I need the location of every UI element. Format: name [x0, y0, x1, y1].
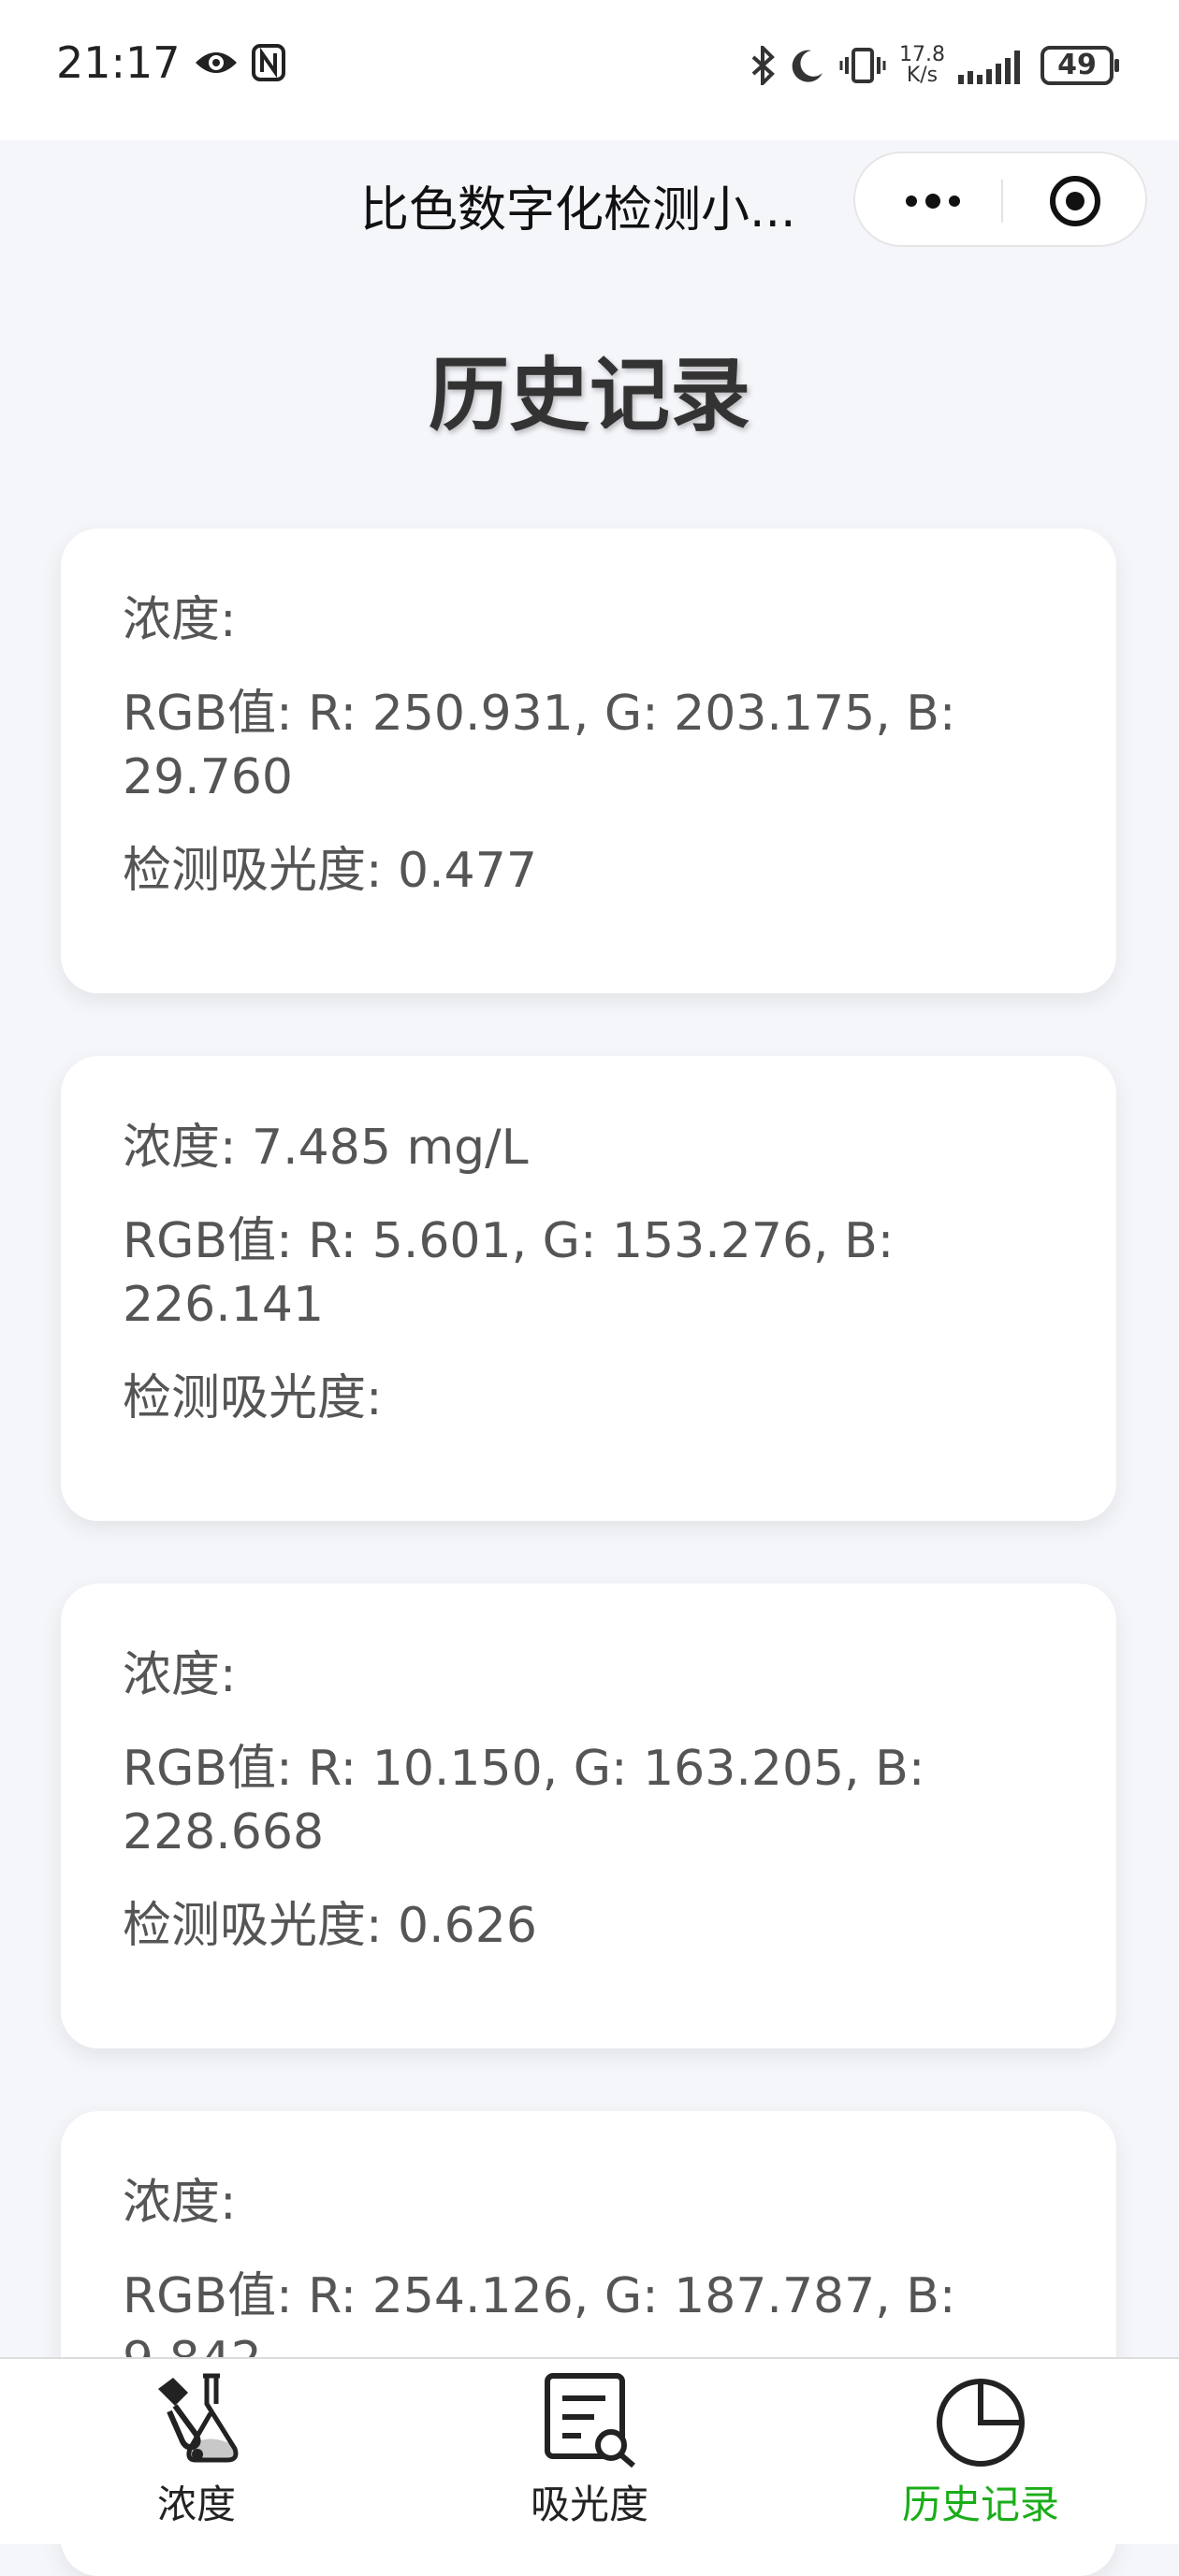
battery-indicator: 49: [1041, 46, 1119, 85]
concentration-text: 浓度:: [123, 1647, 237, 1703]
absorbance-text: 检测吸光度: 0.477: [123, 843, 537, 899]
flask-dropper-icon: [158, 2373, 239, 2463]
history-record-card[interactable]: 浓度: 7.485 mg/L RGB值: R: 5.601, G: 153.27…: [61, 1056, 1116, 1521]
rgb-text: RGB值: R: 5.601, G: 153.276, B: 226.141: [123, 1213, 895, 1333]
history-record-card[interactable]: 浓度: RGB值: R: 250.931, G: 203.175, B: 29.…: [61, 528, 1116, 993]
tab-absorbance-label: 吸光度: [530, 2482, 648, 2527]
status-time: 21:17: [56, 37, 181, 88]
tab-bar: 浓度 吸光度 历史记录: [0, 2357, 1179, 2544]
rgb-text: RGB值: R: 250.931, G: 203.175, B: 29.760: [123, 686, 956, 805]
status-bar: 21:17 17.8 K/s 49: [0, 0, 1179, 140]
tab-history-label: 历史记录: [901, 2482, 1059, 2527]
vibrate-icon: [839, 48, 886, 83]
history-record-card[interactable]: 浓度: RGB值: R: 10.150, G: 163.205, B: 228.…: [61, 1584, 1116, 2048]
status-icons: 17.8 K/s 49: [750, 41, 1119, 90]
more-icon[interactable]: [900, 185, 966, 217]
nav-title: 比色数字化检测小...: [360, 182, 796, 239]
concentration-text: 浓度:: [123, 592, 237, 648]
pie-chart-icon: [937, 2379, 1025, 2467]
concentration-text: 浓度: 7.485 mg/L: [123, 1120, 529, 1176]
eye-icon: [195, 52, 237, 73]
capsule-divider: [1001, 180, 1003, 223]
page-title: 历史记录: [429, 349, 750, 442]
tab-absorbance[interactable]: 吸光度: [468, 2368, 711, 2537]
network-speed-unit: K/s: [906, 64, 939, 87]
signal-icon: [958, 51, 1020, 84]
absorbance-text: 检测吸光度:: [123, 1370, 383, 1426]
network-speed: 17.8 K/s: [899, 45, 945, 86]
document-search-icon: [545, 2373, 635, 2468]
tab-concentration[interactable]: 浓度: [75, 2368, 318, 2537]
tab-history[interactable]: 历史记录: [859, 2368, 1102, 2537]
absorbance-text: 检测吸光度: 0.626: [123, 1898, 537, 1954]
moon-icon: [792, 50, 823, 82]
status-time-group: 21:17: [56, 37, 285, 88]
bluetooth-icon: [751, 46, 775, 85]
network-speed-value: 17.8: [899, 43, 945, 66]
close-mini-program-icon[interactable]: [1048, 174, 1102, 228]
tab-concentration-label: 浓度: [156, 2482, 236, 2527]
rgb-text: RGB值: R: 10.150, G: 163.205, B: 228.668: [123, 1741, 925, 1860]
mini-program-capsule: [853, 152, 1147, 247]
concentration-text: 浓度:: [123, 2175, 237, 2231]
nfc-icon: [251, 44, 285, 81]
